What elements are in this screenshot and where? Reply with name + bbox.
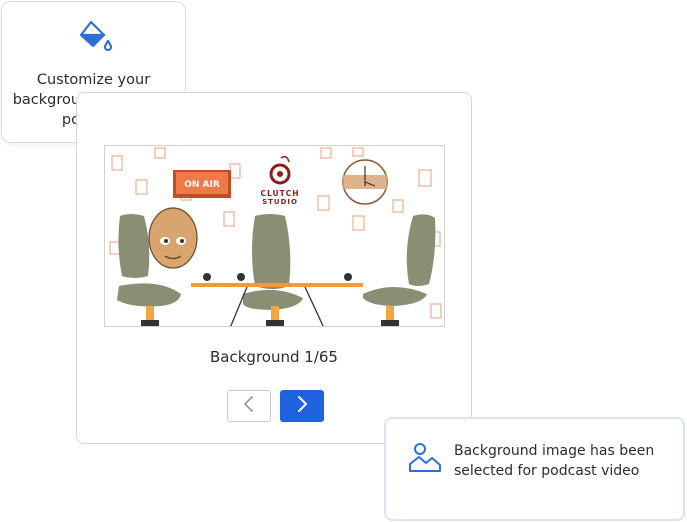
chevron-right-icon xyxy=(295,394,309,418)
logo-line1: CLUTCH xyxy=(260,189,299,198)
background-counter-label: Background 1/65 xyxy=(210,348,338,366)
logo-line2: STUDIO xyxy=(262,198,298,206)
paint-bucket-icon xyxy=(78,19,114,57)
notification-text: Background image has been selected for p… xyxy=(454,443,655,479)
background-selected-notification: Background image has been selected for p… xyxy=(384,417,685,521)
next-background-button[interactable] xyxy=(280,390,324,422)
on-air-sign-text: ON AIR xyxy=(184,180,220,190)
background-preview-image[interactable]: ON AIR CLUTCH STUDIO xyxy=(104,145,445,327)
chevron-left-icon xyxy=(242,394,256,418)
previous-background-button[interactable] xyxy=(227,390,271,422)
image-icon xyxy=(408,442,442,478)
